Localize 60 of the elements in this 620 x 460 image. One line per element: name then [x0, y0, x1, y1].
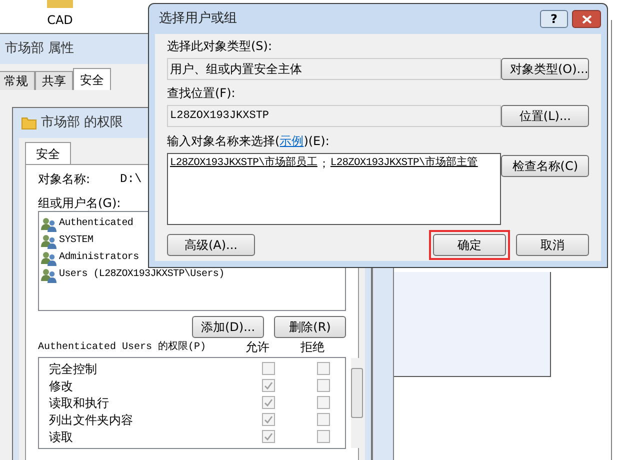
principal-item[interactable]: Users (L28ZOX193JKXSTP\Users) — [59, 267, 224, 282]
checkbox[interactable] — [317, 362, 330, 375]
advanced-button[interactable]: 高级(A)... — [167, 234, 255, 256]
tab[interactable]: 安全 — [73, 68, 111, 90]
resolved-name: L28ZOX193JKXSTP\市场部员工 — [170, 156, 318, 171]
permissions-label: Authenticated Users 的权限(P) — [38, 340, 208, 355]
principal-item[interactable]: SYSTEM — [59, 233, 94, 248]
add-button[interactable]: 添加(D)... — [192, 316, 264, 338]
checkbox[interactable] — [262, 430, 275, 443]
permission-name: 读取和执行 — [49, 394, 110, 412]
tab[interactable]: 安全 — [25, 142, 71, 164]
checkbox[interactable] — [262, 379, 275, 392]
group-label: 组或用户名(G): — [38, 195, 122, 211]
permission-name: 完全控制 — [49, 360, 98, 378]
users-icon — [41, 266, 57, 282]
users-icon — [41, 216, 57, 232]
permission-name: 修改 — [49, 378, 74, 394]
locations-button[interactable]: 位置(L)... — [501, 105, 589, 127]
ok-button[interactable]: 确定 — [433, 234, 506, 256]
object-type-field: 用户、组或内置安全主体 — [167, 58, 501, 80]
close-icon — [582, 14, 592, 24]
check-names-button[interactable]: 检查名称(C) — [501, 155, 589, 177]
examples-link[interactable]: 示例 — [280, 132, 304, 150]
column-header: 允许 — [244, 340, 270, 355]
desktop-icon-label[interactable]: CAD — [47, 11, 73, 29]
checkbox[interactable] — [317, 396, 330, 409]
tab[interactable]: 共享 — [35, 71, 73, 90]
checkbox[interactable] — [262, 396, 275, 409]
close-button[interactable] — [572, 10, 601, 28]
checkbox[interactable] — [262, 362, 275, 375]
checkbox[interactable] — [317, 413, 330, 426]
users-icon — [41, 232, 57, 248]
names-label: 输入对象名称来选择( — [167, 133, 280, 150]
names-field[interactable]: L28ZOX193JKXSTP\市场部员工；L28ZOX193JKXSTP\市场部主管 — [167, 153, 502, 225]
names-label: )(E): — [304, 133, 330, 150]
permission-name: 读取 — [49, 428, 74, 446]
scrollbar[interactable] — [351, 358, 363, 448]
cancel-button[interactable]: 取消 — [516, 234, 589, 256]
tab[interactable]: 常规 — [0, 71, 35, 90]
object-name-label: 对象名称: — [38, 171, 90, 187]
object-type-label: 选择此对象类型(S): — [167, 38, 274, 55]
remove-button[interactable]: 删除(R) — [274, 316, 346, 338]
column-header: 拒绝 — [300, 340, 326, 355]
location-field: L28ZOX193JKXSTP — [167, 105, 502, 127]
window-title: 市场部 的权限 — [41, 114, 124, 132]
principal-item[interactable]: Authenticated — [59, 216, 134, 231]
window-title: 市场部 属性 — [5, 40, 74, 58]
resolved-name: L28ZOX193JKXSTP\市场部主管 — [330, 156, 478, 171]
permission-name: 列出文件夹内容 — [49, 412, 134, 428]
object-name-value: D:\ — [120, 171, 142, 187]
name-separator: ； — [318, 156, 330, 172]
checkbox[interactable] — [262, 413, 275, 426]
checkbox[interactable] — [317, 430, 330, 443]
checkbox[interactable] — [317, 379, 330, 392]
location-label: 查找位置(F): — [167, 85, 236, 102]
window-title: 选择用户或组 — [159, 10, 237, 28]
object-types-button[interactable]: 对象类型(O)... — [501, 58, 589, 80]
users-icon — [41, 250, 57, 266]
help-button[interactable]: ? — [540, 10, 568, 28]
principal-item[interactable]: Administrators — [59, 250, 139, 265]
